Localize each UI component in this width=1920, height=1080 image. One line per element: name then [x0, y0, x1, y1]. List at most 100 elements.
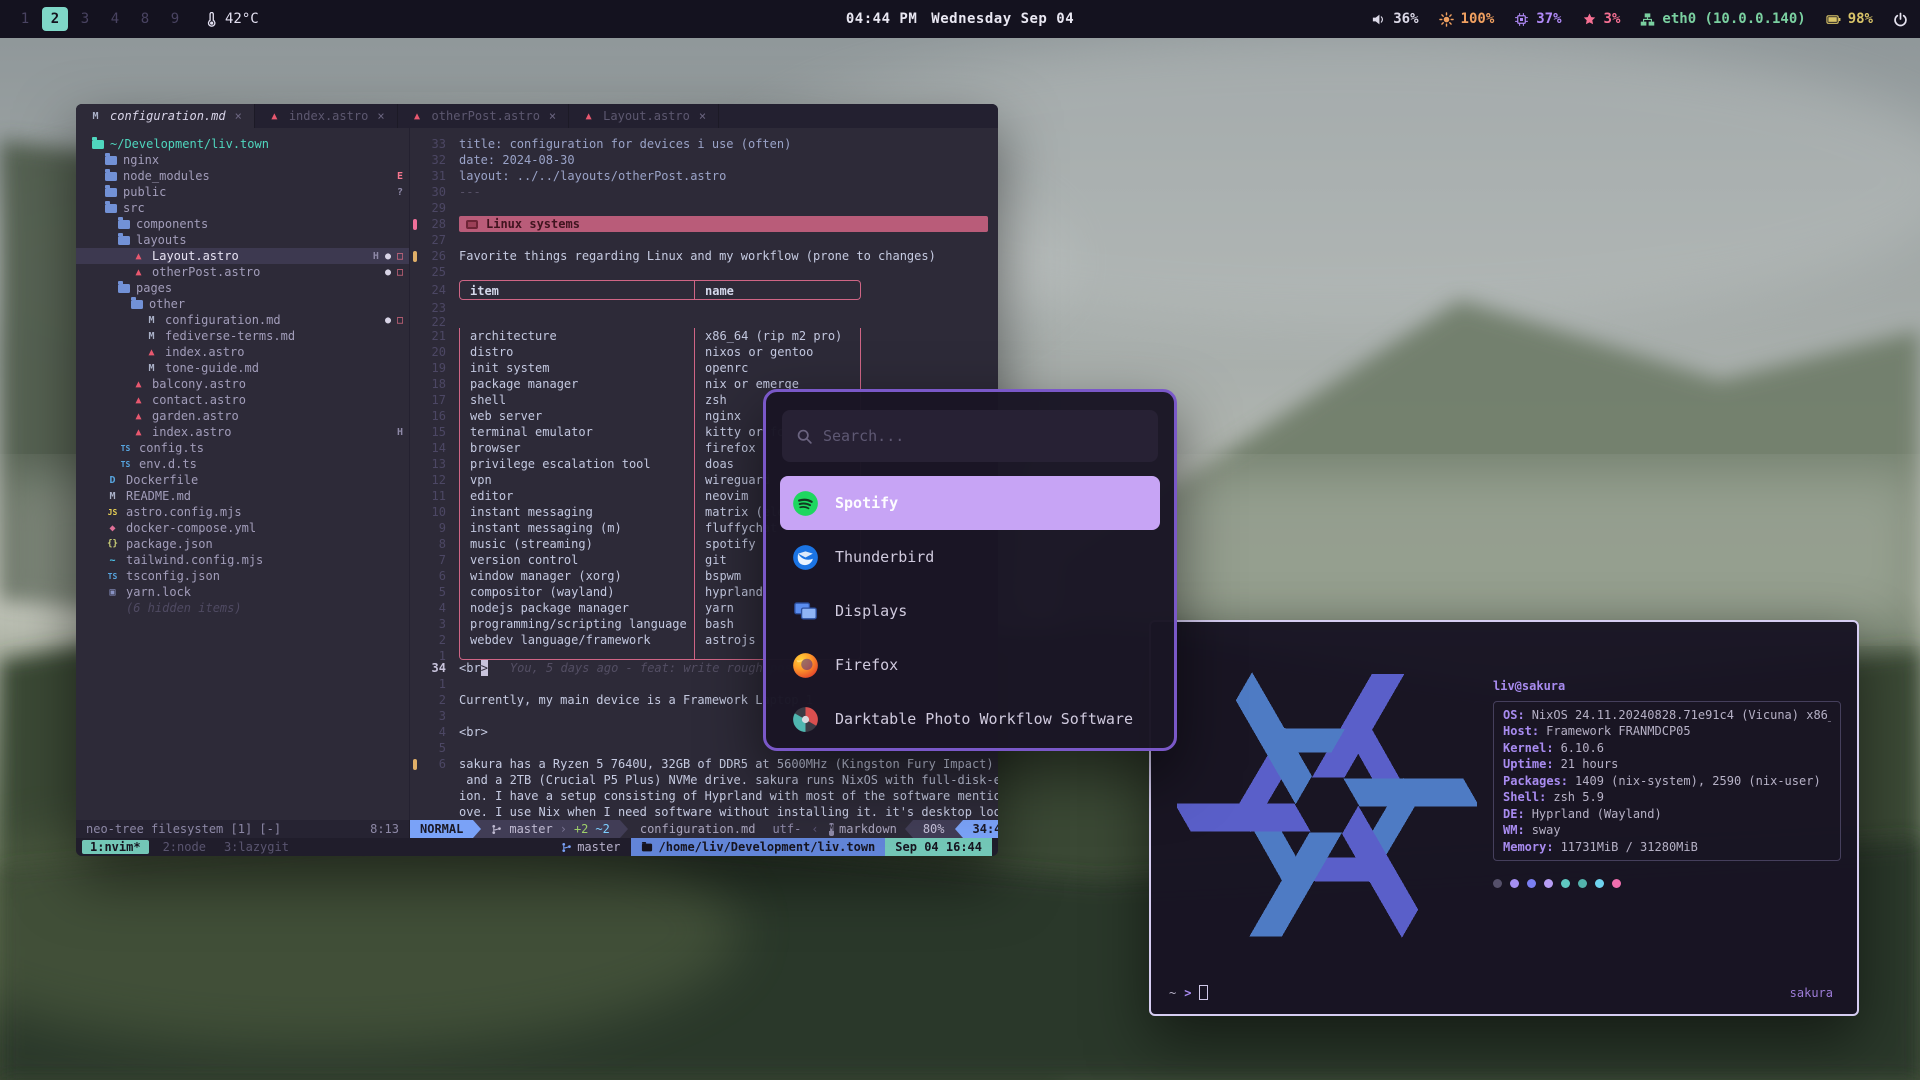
file-icon: ~ — [105, 555, 120, 566]
tree-item[interactable]: ~/Development/liv.town — [76, 136, 409, 152]
close-icon[interactable]: × — [699, 109, 706, 123]
fetch-info-line: Kernel:6.10.6 — [1503, 740, 1831, 757]
app-launcher[interactable]: Spotify Thunderbird Displays Firefox Dar… — [763, 389, 1177, 751]
tree-item[interactable]: layouts — [76, 232, 409, 248]
launcher-item[interactable]: Spotify — [780, 476, 1160, 530]
buffer-line: 19init systemopenrc — [410, 360, 998, 376]
tree-item[interactable]: ▲ index.astro — [76, 344, 409, 360]
tree-item[interactable]: public ? — [76, 184, 409, 200]
file-name: fediverse-terms.md — [165, 329, 295, 343]
tmux-window[interactable]: 3:lazygit — [220, 840, 293, 854]
statusbar-module[interactable]: eth0 (10.0.0.140) — [1640, 11, 1805, 27]
tree-item[interactable]: TS env.d.ts — [76, 456, 409, 472]
markdown-icon: M — [829, 823, 834, 836]
file-icon — [105, 156, 117, 165]
tree-item[interactable]: ~ tailwind.config.mjs — [76, 552, 409, 568]
statusbar-module[interactable]: 100% — [1439, 11, 1495, 27]
tree-item[interactable]: ▲ contact.astro — [76, 392, 409, 408]
close-icon[interactable]: × — [377, 109, 384, 123]
power-button[interactable] — [1893, 12, 1908, 27]
prompt-char: > — [1184, 986, 1191, 1000]
launcher-item[interactable]: Displays — [780, 584, 1160, 638]
workspace-button[interactable]: 4 — [102, 7, 128, 31]
module-icon — [1582, 12, 1597, 27]
palette-dot — [1544, 879, 1553, 888]
editor-tab[interactable]: M configuration.md × — [76, 104, 255, 128]
fetch-terminal-window[interactable]: liv@sakura OS:NixOS 24.11.20240828.71e91… — [1149, 620, 1859, 1016]
status-row: neo-tree filesystem [1] [-] 8:13 NORMAL … — [76, 820, 998, 838]
launcher-item[interactable]: Thunderbird — [780, 530, 1160, 584]
close-icon[interactable]: × — [235, 109, 242, 123]
tmux-window[interactable]: 1:nvim* — [82, 840, 149, 854]
workspace-button[interactable]: 3 — [72, 7, 98, 31]
tree-item[interactable]: M tone-guide.md — [76, 360, 409, 376]
buffer-line: 6sakura has a Ryzen 5 7640U, 32GB of DDR… — [410, 756, 998, 772]
workspaces: 123489 — [12, 7, 188, 31]
buffer-line: 28Linux systems — [410, 216, 998, 232]
file-name: tsconfig.json — [126, 569, 220, 583]
git-badge: H — [373, 251, 379, 262]
tree-item[interactable]: ▣ yarn.lock — [76, 584, 409, 600]
tree-item[interactable]: M configuration.md ●□ — [76, 312, 409, 328]
tree-item[interactable]: ▲ Layout.astro H●□ — [76, 248, 409, 264]
tmux-window[interactable]: 2:node — [159, 840, 210, 854]
tree-item[interactable]: TS tsconfig.json — [76, 568, 409, 584]
file-name: balcony.astro — [152, 377, 246, 391]
statusbar-module[interactable]: 98% — [1826, 11, 1873, 27]
tree-item[interactable]: {} package.json — [76, 536, 409, 552]
tmux-path: /home/liv/Development/liv.town — [631, 838, 886, 856]
file-icon — [118, 284, 130, 293]
thermometer-icon — [204, 12, 219, 27]
statusbar-module[interactable]: 3% — [1582, 11, 1621, 27]
tree-item[interactable]: components — [76, 216, 409, 232]
folder-icon — [641, 843, 651, 851]
statusbar-module[interactable]: 36% — [1371, 11, 1418, 27]
tree-item[interactable]: ◆ docker-compose.yml — [76, 520, 409, 536]
tree-item[interactable]: (6 hidden items) — [76, 600, 409, 616]
tree-item[interactable]: ▲ otherPost.astro ●□ — [76, 264, 409, 280]
tree-item[interactable]: D Dockerfile — [76, 472, 409, 488]
launcher-item[interactable]: Darktable Photo Workflow Software — [780, 692, 1160, 746]
terminal-cursor — [1199, 985, 1208, 1000]
launcher-searchbox[interactable] — [782, 410, 1158, 462]
file-tree: ~/Development/liv.town nginx node_module… — [76, 128, 410, 820]
tree-item[interactable]: src — [76, 200, 409, 216]
shell-prompt[interactable]: ~ > — [1169, 985, 1208, 1000]
workspace-button[interactable]: 1 — [12, 7, 38, 31]
close-icon[interactable]: × — [549, 109, 556, 123]
file-name: layouts — [136, 233, 187, 247]
workspace-button[interactable]: 9 — [162, 7, 188, 31]
app-icon — [792, 706, 819, 733]
heading-icon — [466, 220, 478, 229]
file-name: config.ts — [139, 441, 204, 455]
app-label: Displays — [835, 602, 907, 620]
info-value: Hyprland (Wayland) — [1532, 807, 1662, 821]
workspace-button[interactable]: 2 — [42, 7, 68, 31]
search-input[interactable] — [823, 427, 1144, 445]
tab-label: otherPost.astro — [432, 109, 540, 123]
tree-item[interactable]: M fediverse-terms.md — [76, 328, 409, 344]
file-name: src — [123, 201, 145, 215]
tree-item[interactable]: other — [76, 296, 409, 312]
tree-item[interactable]: M README.md — [76, 488, 409, 504]
editor-tab[interactable]: ▲ index.astro × — [255, 104, 398, 128]
tree-item[interactable]: TS config.ts — [76, 440, 409, 456]
tmux-windows: 1:nvim* 2:node 3:lazygit — [82, 840, 293, 854]
buffer-line: ion. I have a setup consisting of Hyprla… — [410, 788, 998, 804]
tree-item[interactable]: ▲ balcony.astro — [76, 376, 409, 392]
tree-item[interactable]: node_modules E — [76, 168, 409, 184]
tree-item[interactable]: nginx — [76, 152, 409, 168]
editor-tab[interactable]: ▲ otherPost.astro × — [398, 104, 570, 128]
file-name: index.astro — [165, 345, 244, 359]
statusbar-module[interactable]: 37% — [1514, 11, 1561, 27]
tree-item[interactable]: pages — [76, 280, 409, 296]
git-badges: H●□ — [373, 251, 403, 262]
tree-item[interactable]: JS astro.config.mjs — [76, 504, 409, 520]
tree-item[interactable]: ▲ index.astro H — [76, 424, 409, 440]
editor-tab[interactable]: ▲ Layout.astro × — [569, 104, 719, 128]
module-icon — [1514, 12, 1529, 27]
file-icon: M — [144, 363, 159, 374]
tree-item[interactable]: ▲ garden.astro — [76, 408, 409, 424]
workspace-button[interactable]: 8 — [132, 7, 158, 31]
launcher-item[interactable]: Firefox — [780, 638, 1160, 692]
